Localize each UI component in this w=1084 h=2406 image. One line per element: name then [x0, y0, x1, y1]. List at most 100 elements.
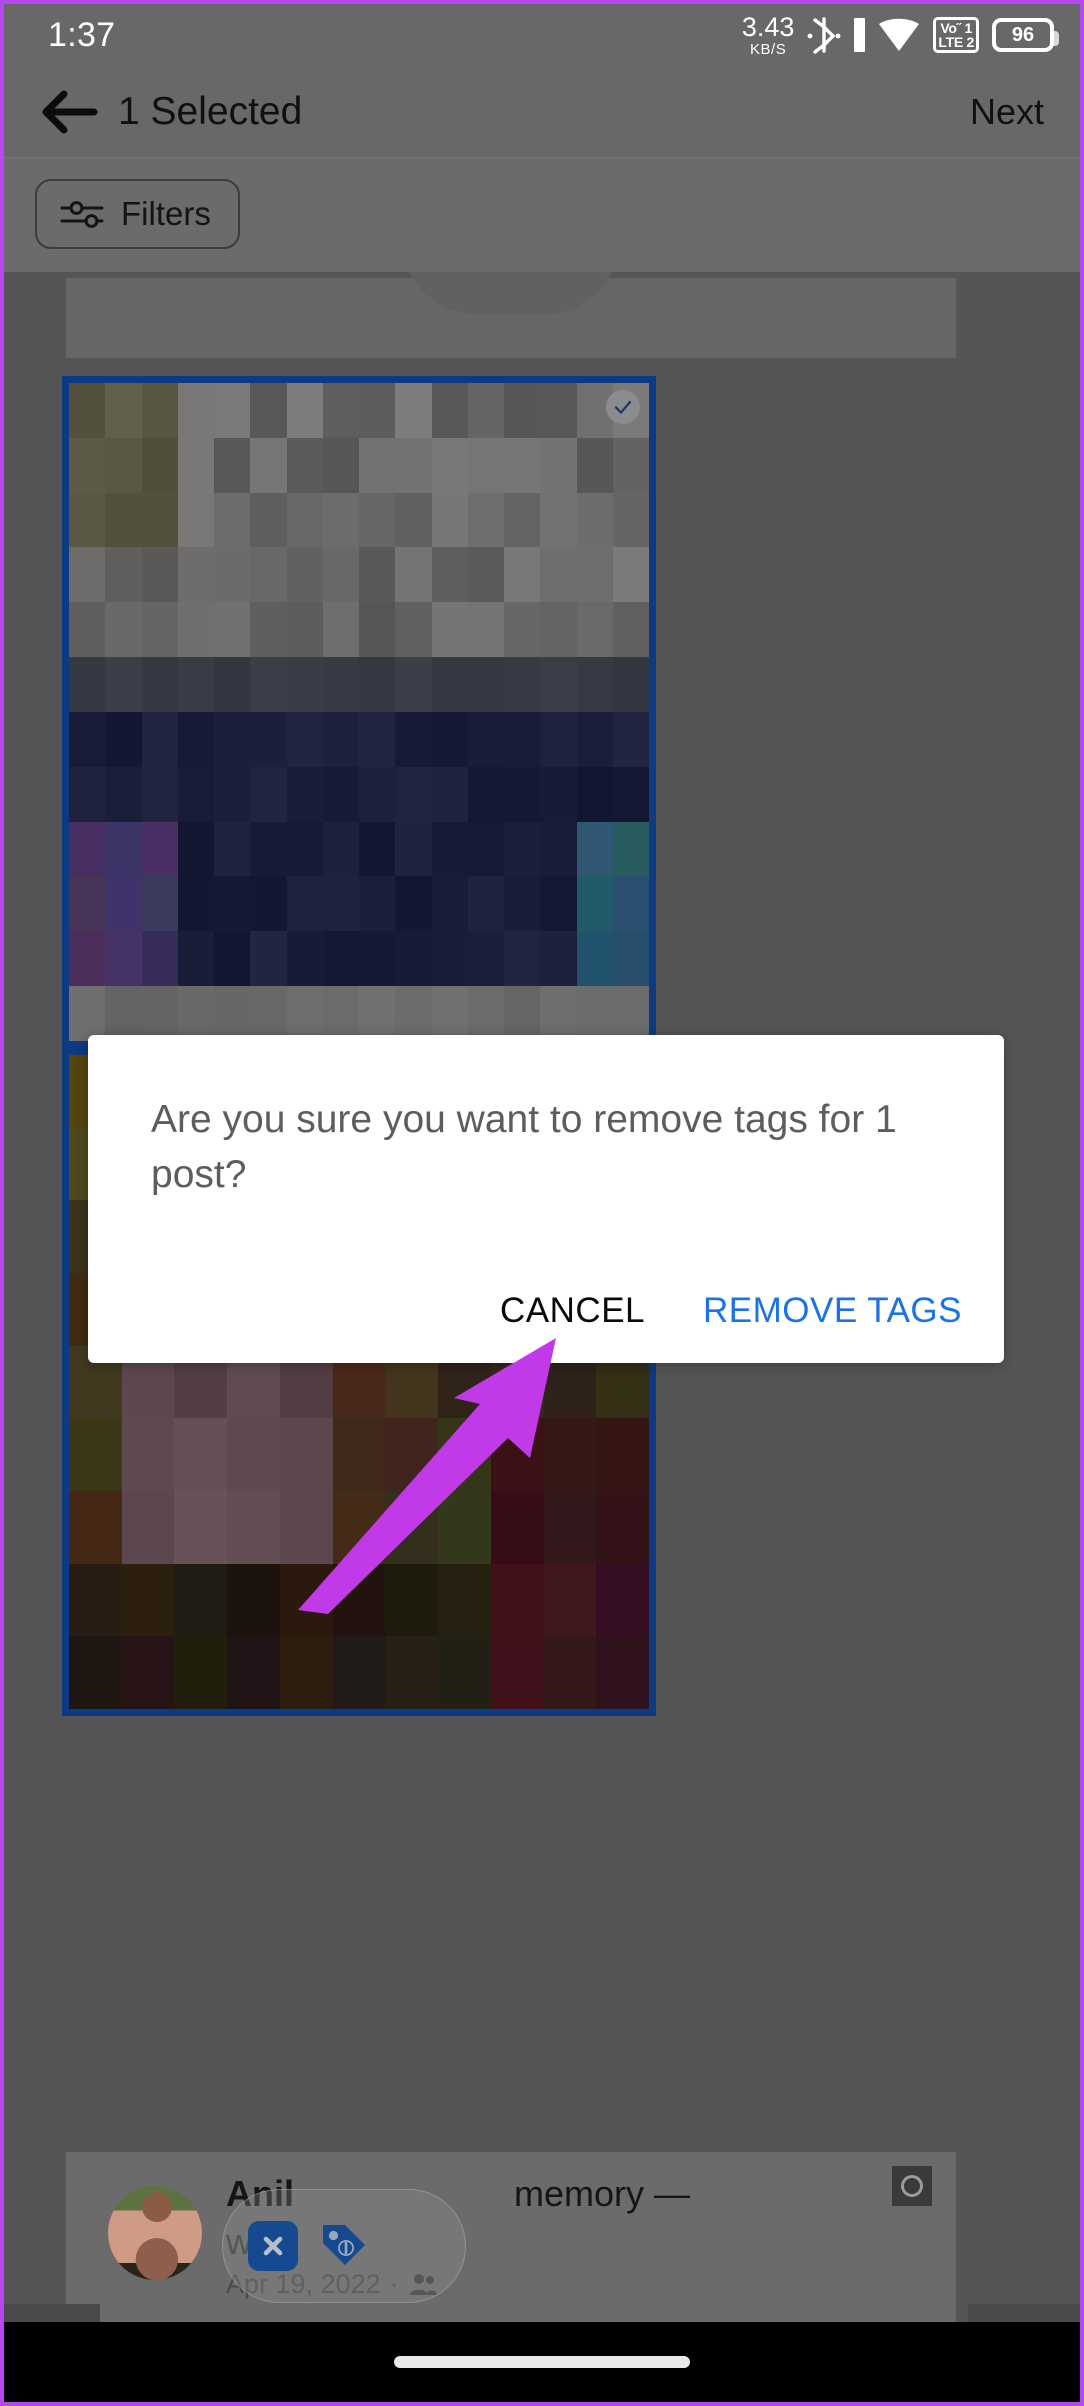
- pixel-block: [174, 1418, 228, 1491]
- pixel-block: [540, 547, 577, 603]
- back-arrow-icon[interactable]: [38, 86, 100, 138]
- pixel-block: [359, 657, 396, 712]
- pixel-block: [250, 821, 287, 877]
- pixel-block: [286, 437, 323, 493]
- filters-chip-button[interactable]: Filters: [35, 179, 240, 249]
- pixel-block: [467, 821, 504, 877]
- pixel-block: [359, 986, 396, 1041]
- pixel-block: [250, 547, 287, 603]
- pixel-block: [214, 876, 251, 932]
- pixel-block: [250, 876, 287, 932]
- filter-bar: Filters: [4, 158, 1080, 272]
- pixel-block: [286, 711, 323, 767]
- pixel-block: [250, 492, 287, 548]
- pixel-block: [69, 383, 106, 438]
- pixel-block: [121, 1636, 175, 1709]
- x-glyph: [263, 2236, 282, 2256]
- trash-icon: [395, 2229, 435, 2269]
- pixel-block: [431, 657, 468, 712]
- pixel-block: [286, 931, 323, 987]
- cancel-button[interactable]: CANCEL: [500, 1291, 645, 1331]
- pixel-block: [576, 766, 613, 822]
- pixel-block: [395, 492, 432, 548]
- home-pill-indicator[interactable]: [394, 2356, 690, 2368]
- pixel-block: [177, 602, 214, 658]
- pixel-block: [69, 931, 106, 987]
- check-circle-icon[interactable]: [606, 390, 640, 424]
- pixel-block: [612, 657, 649, 712]
- pixel-block: [504, 711, 541, 767]
- pixel-block: [395, 821, 432, 877]
- pixel-block: [105, 986, 142, 1041]
- pixel-block: [322, 492, 359, 548]
- pixel-block: [105, 876, 142, 932]
- close-x-icon: [247, 2221, 298, 2271]
- pixel-block: [576, 711, 613, 767]
- close-tag-button[interactable]: [247, 2220, 299, 2272]
- radio-unchecked-icon[interactable]: [892, 2166, 932, 2206]
- pixel-block: [227, 1418, 280, 1491]
- pixel-block: [141, 986, 178, 1041]
- pixel-block: [141, 766, 178, 822]
- pixel-block: [540, 492, 577, 548]
- pixel-block: [322, 876, 359, 932]
- pixel-block: [141, 437, 178, 493]
- pixel-block: [504, 437, 541, 493]
- pixel-block: [467, 766, 504, 822]
- selected-post-card[interactable]: [62, 376, 656, 1048]
- pixel-block: [431, 437, 468, 493]
- pixel-block: [504, 547, 541, 603]
- pixel-block: [612, 547, 649, 603]
- pixel-block: [250, 711, 287, 767]
- remove-tags-button[interactable]: REMOVE TAGS: [703, 1291, 962, 1331]
- delete-button[interactable]: [389, 2220, 441, 2272]
- pixel-block: [395, 547, 432, 603]
- pixel-block: [177, 876, 214, 932]
- pixel-block: [105, 657, 142, 712]
- pixel-block: [431, 711, 468, 767]
- pixel-block: [612, 602, 649, 658]
- page-title: 1 Selected: [118, 89, 303, 133]
- avatar[interactable]: [108, 2186, 202, 2280]
- data-speed-value: 3.43: [741, 11, 795, 42]
- pixel-block: [250, 931, 287, 987]
- post-author-suffix: memory —: [514, 2173, 691, 2214]
- post-meta-row[interactable]: Anil memory — with Apr 19, 2022 ·: [66, 2152, 956, 2322]
- pixel-block: [576, 602, 613, 658]
- pixel-block: [395, 657, 432, 712]
- pixel-block: [322, 931, 359, 987]
- pixel-block: [121, 1490, 175, 1564]
- pixel-block: [543, 1636, 597, 1709]
- pixel-block: [612, 986, 649, 1041]
- pixel-block: [540, 931, 577, 987]
- pixel-block: [576, 547, 613, 603]
- photo-action-toolbar: [222, 2189, 466, 2303]
- pixel-block: [359, 492, 396, 548]
- pixel-block: [141, 821, 178, 877]
- pixel-block: [121, 1563, 175, 1637]
- pixel-block: [177, 766, 214, 822]
- pixel-block: [286, 492, 323, 548]
- pixel-block: [540, 711, 577, 767]
- pixel-block: [395, 437, 432, 493]
- pixel-block: [177, 711, 214, 767]
- pixel-block: [69, 876, 106, 932]
- tag-button[interactable]: [318, 2220, 370, 2272]
- pixel-block: [141, 492, 178, 548]
- post-card-partial-above[interactable]: [66, 278, 956, 358]
- pixel-block: [596, 1563, 649, 1637]
- status-clock: 1:37: [48, 15, 116, 54]
- pixel-block: [69, 492, 106, 548]
- signal-bar-icon: [854, 18, 866, 52]
- pixel-block: [467, 492, 504, 548]
- pixel-block: [141, 383, 178, 438]
- pixel-block: [177, 986, 214, 1041]
- pixel-block: [250, 602, 287, 658]
- pixel-block: [286, 821, 323, 877]
- pixel-block: [540, 383, 577, 438]
- next-button[interactable]: Next: [970, 91, 1044, 133]
- selection-header: 1 Selected Next: [4, 66, 1080, 158]
- pixel-block: [322, 547, 359, 603]
- pixel-block: [141, 547, 178, 603]
- pixel-block: [395, 383, 432, 438]
